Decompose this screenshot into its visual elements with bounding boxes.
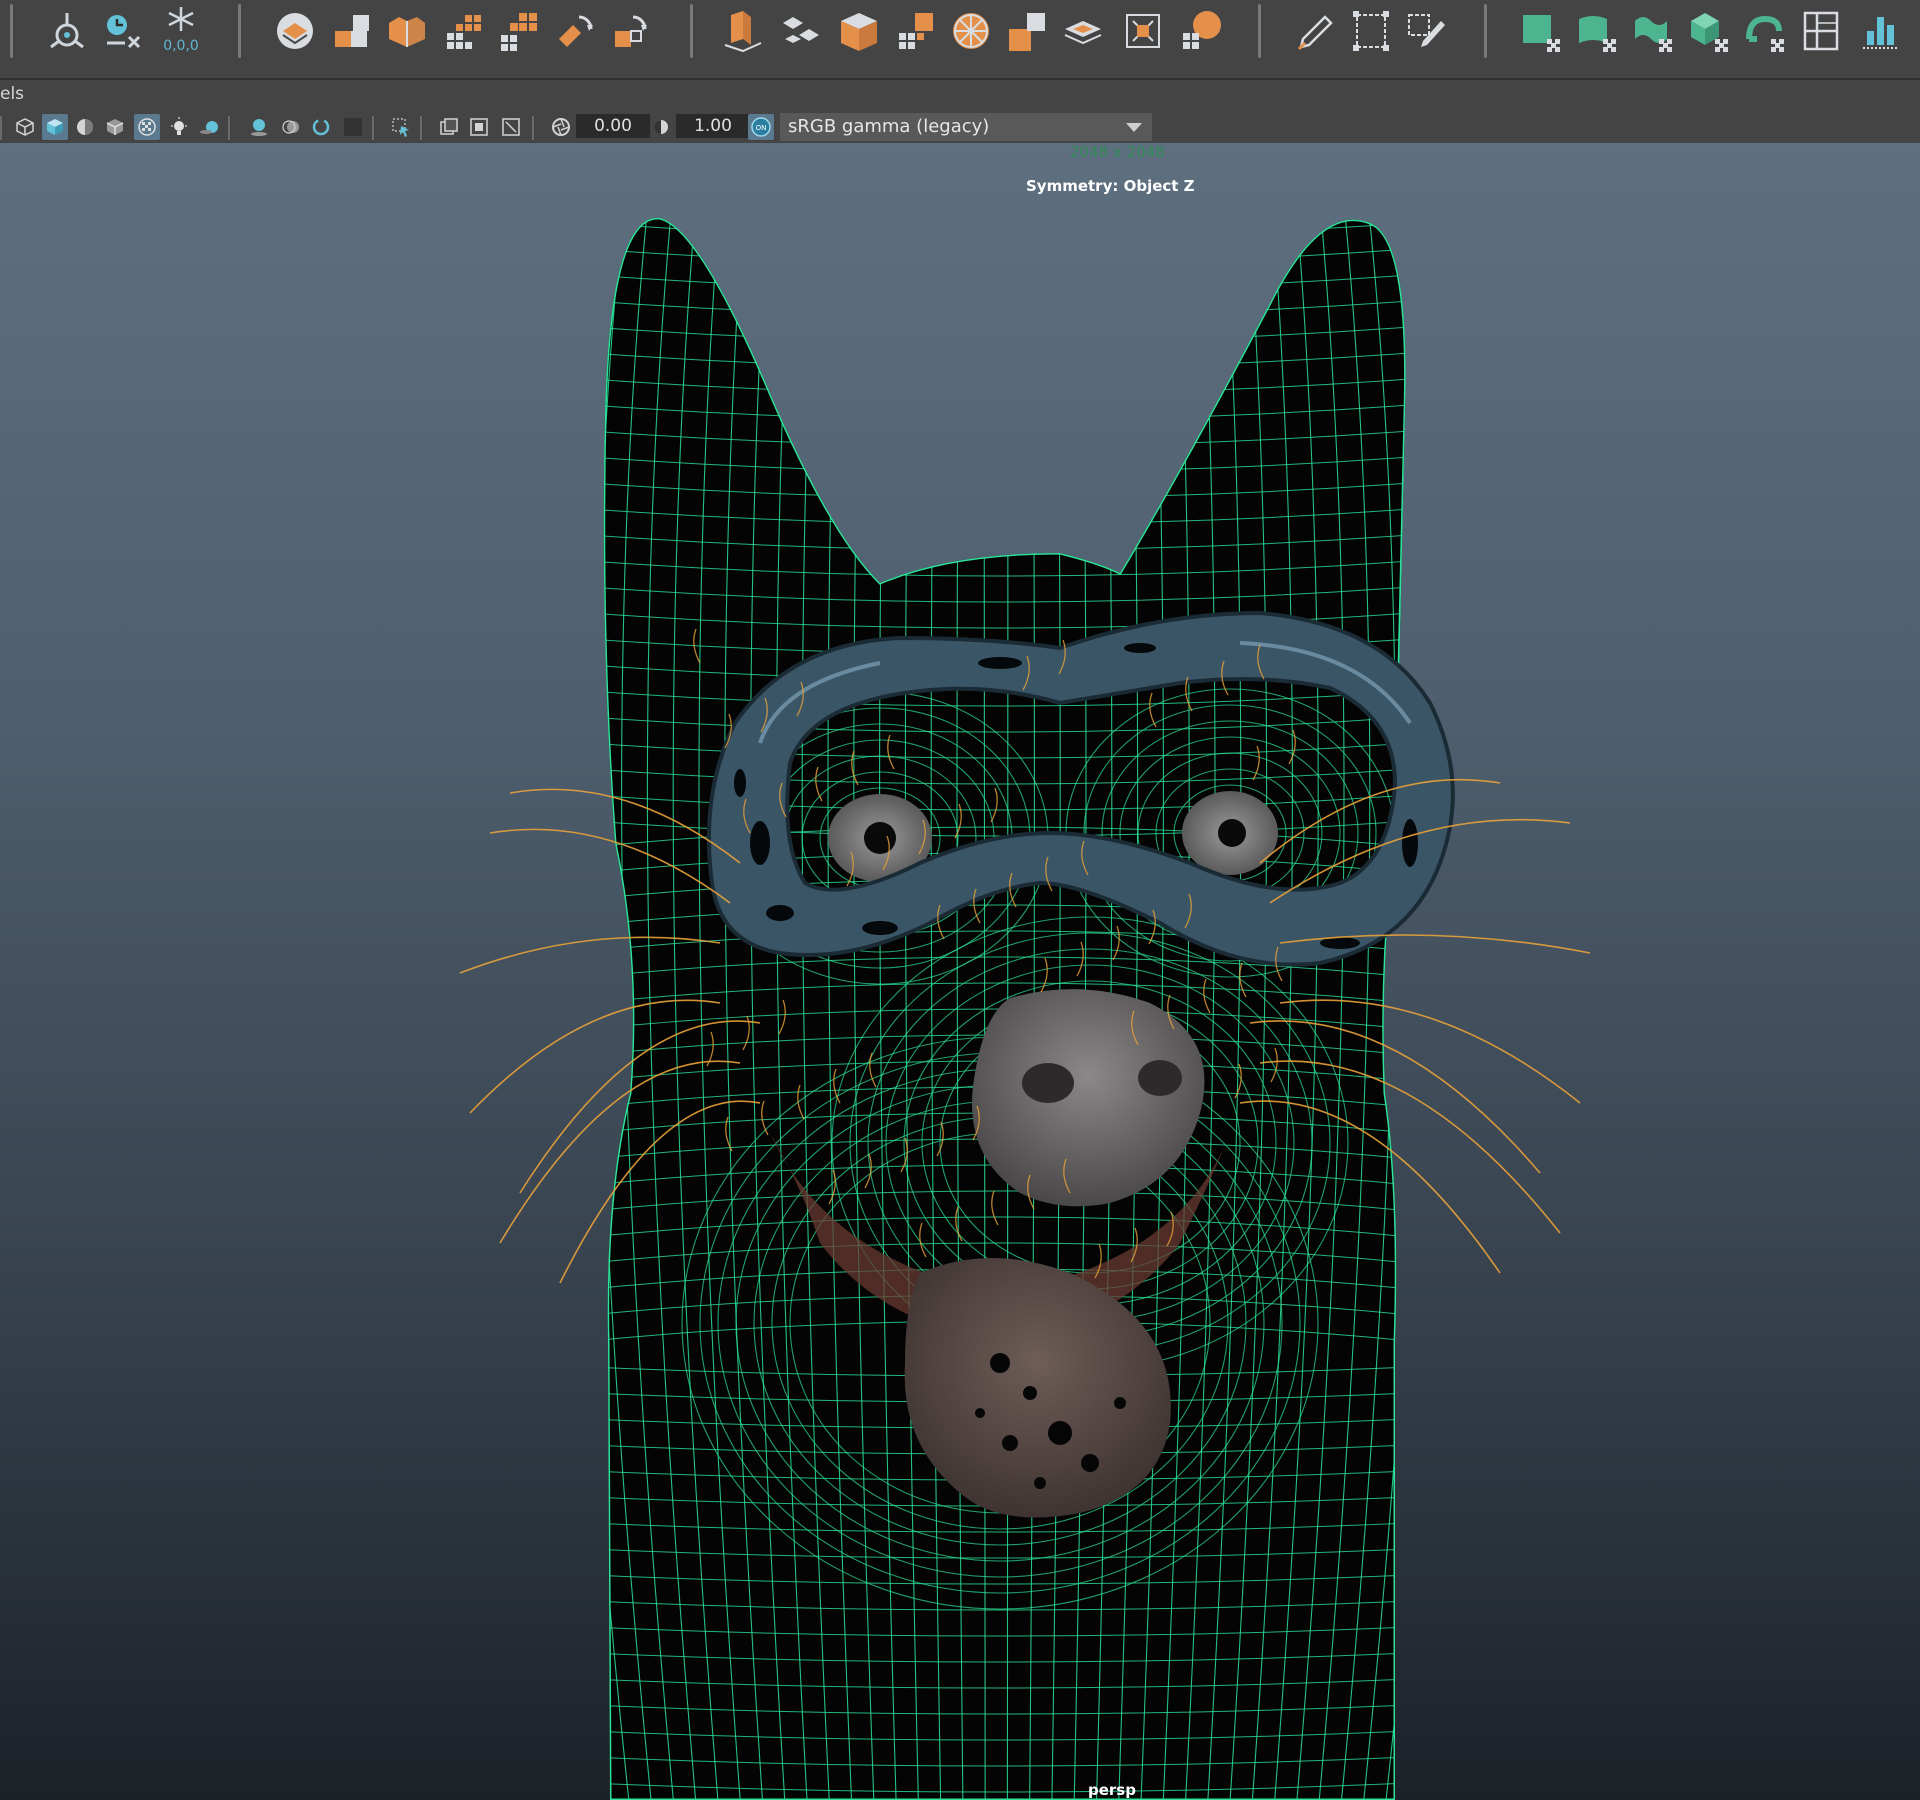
color-management-toggle[interactable]: ON (748, 114, 774, 140)
wireframe-on-shaded-icon[interactable] (102, 114, 128, 140)
panels-menu[interactable]: els (0, 84, 24, 104)
wireframe-icon[interactable] (12, 114, 38, 140)
texture-resolution-label: 2048 x 2048 (1070, 143, 1165, 161)
toolbar-separator (228, 116, 230, 140)
shelf-separator (1484, 4, 1487, 58)
uv-rotate-icon[interactable] (550, 6, 600, 56)
chevron-down-icon (1126, 123, 1142, 132)
uv-cube-icon[interactable] (382, 6, 432, 56)
shadows-icon[interactable] (196, 114, 222, 140)
toolbar-separator (0, 116, 2, 140)
freeze-transform-value: 0,0,0 (163, 38, 199, 54)
shade-default-icon[interactable] (72, 114, 98, 140)
mesh-square-icon[interactable] (1516, 6, 1566, 56)
nostril-left (1022, 1063, 1074, 1103)
viewport-toolbar: 0.00 1.00 ON sRGB gamma (legacy) (0, 110, 1920, 143)
delete-history-icon[interactable] (96, 6, 146, 56)
depth-of-field-icon[interactable] (340, 114, 366, 140)
frame-icon[interactable] (1346, 6, 1396, 56)
camera-name-label: persp (1088, 1781, 1136, 1799)
color-space-dropdown[interactable]: sRGB gamma (legacy) (780, 113, 1152, 141)
uv-sphere-icon[interactable] (1176, 6, 1226, 56)
symmetry-label: Symmetry: Object Z (1026, 177, 1195, 195)
motion-blur-icon[interactable] (278, 114, 304, 140)
uv-split-icon[interactable] (326, 6, 376, 56)
toolbar-separator (532, 116, 534, 140)
dog-head-model (459, 217, 1591, 1800)
panel-menu-bar: els (0, 80, 1920, 110)
uv-grid-icon[interactable] (438, 6, 488, 56)
gamma-field[interactable]: 1.00 (676, 114, 750, 138)
ambient-occlusion-icon[interactable] (246, 114, 272, 140)
uv-shear-icon[interactable] (1002, 6, 1052, 56)
layer-icon[interactable] (270, 6, 320, 56)
gamma-icon[interactable] (648, 114, 674, 140)
lights-icon[interactable] (166, 114, 192, 140)
xray-icon[interactable] (134, 114, 160, 140)
uv-normalize-icon[interactable] (1118, 6, 1168, 56)
bar-chart-icon[interactable] (1856, 6, 1906, 56)
color-space-value: sRGB gamma (legacy) (788, 116, 990, 137)
mesh-hook-icon[interactable] (1740, 6, 1790, 56)
antialias-icon[interactable] (308, 114, 334, 140)
uv-wheel-icon[interactable] (946, 6, 996, 56)
mesh-cube-icon[interactable] (1684, 6, 1734, 56)
uv-layout-icon[interactable] (890, 6, 940, 56)
uv-box-icon[interactable] (834, 6, 884, 56)
uv-unfold-icon[interactable] (776, 6, 826, 56)
paint-select-icon[interactable] (1402, 6, 1452, 56)
uv-stack-icon[interactable] (494, 6, 544, 56)
shelf-separator (238, 4, 241, 58)
color-management-toggle-label: ON (756, 124, 767, 132)
uv-straighten-icon[interactable] (718, 6, 768, 56)
shelf-separator (10, 4, 13, 58)
resolution-gate-icon[interactable] (498, 114, 524, 140)
pencil-icon[interactable] (1290, 6, 1340, 56)
isolate-select-icon[interactable] (388, 114, 414, 140)
shelf-separator (690, 4, 693, 58)
xray-joints-icon[interactable] (436, 114, 462, 140)
mesh-curved-icon[interactable] (1572, 6, 1622, 56)
perspective-viewport[interactable]: 2048 x 2048 Symmetry: Object Z persp (0, 143, 1920, 1800)
xray-active-icon[interactable] (466, 114, 492, 140)
shelf-separator (1258, 4, 1261, 58)
toolbar-separator (420, 116, 422, 140)
uv-plane-icon[interactable] (1058, 6, 1108, 56)
mesh-wave-icon[interactable] (1628, 6, 1678, 56)
grid-panel-icon[interactable] (1796, 6, 1846, 56)
smooth-shade-icon[interactable] (42, 114, 68, 140)
shelf-toolbar: 0,0,0 (0, 0, 1920, 80)
freeze-transform-icon[interactable]: 0,0,0 (156, 6, 206, 56)
exposure-field[interactable]: 0.00 (576, 114, 650, 138)
eye-right (1182, 791, 1278, 875)
exposure-icon[interactable] (548, 114, 574, 140)
uv-flip-icon[interactable] (606, 6, 656, 56)
toolbar-separator (372, 116, 374, 140)
pivot-icon[interactable] (42, 6, 92, 56)
nostril-right (1138, 1060, 1182, 1096)
